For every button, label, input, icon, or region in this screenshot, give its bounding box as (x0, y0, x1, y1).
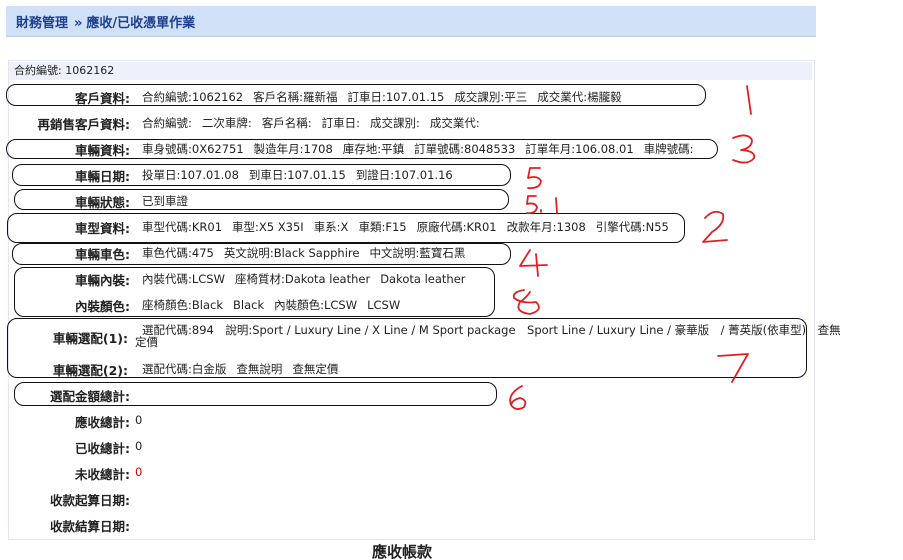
annotation-mark-5-1 (526, 195, 558, 215)
annotation-marks (509, 85, 756, 410)
annotation-mark-8 (512, 289, 540, 315)
annotation-mark-4 (519, 249, 548, 277)
annotation-mark-5 (527, 167, 542, 190)
annotation-mark-6 (509, 385, 527, 410)
annotation-mark-2 (702, 210, 728, 243)
section-title-receivables: 應收帳款 (372, 543, 433, 560)
annotation-mark-7 (717, 353, 749, 383)
annotation-mark-1 (746, 85, 752, 115)
page: 財務管理» 應收/已收憑單作業 合約編號: 1062162 客戶資料: 合約編號:… (0, 0, 903, 560)
annotation-mark-3 (732, 134, 756, 164)
